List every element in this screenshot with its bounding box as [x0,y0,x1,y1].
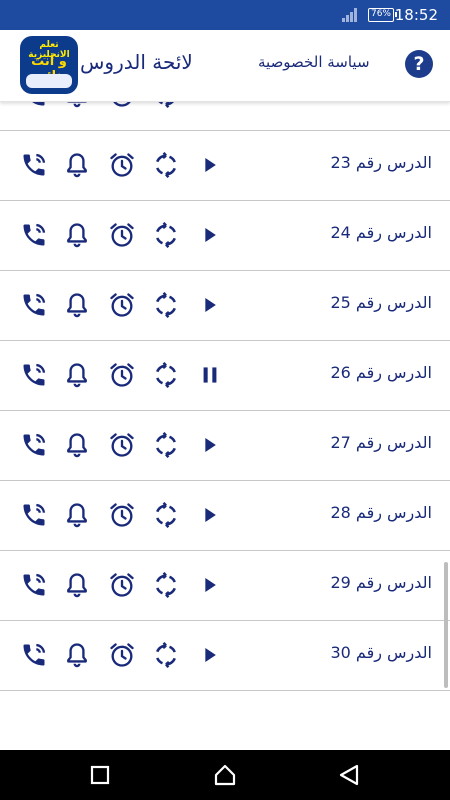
app-bar: تعلم الانجليزية و انت نائم لائحة الدروس … [0,30,450,102]
lesson-row[interactable]: الدرس رقم 30 [0,621,450,691]
phone-ring-icon[interactable] [20,501,48,529]
status-bar: 76% 18:52 [0,0,450,30]
bell-icon[interactable] [63,361,91,389]
alarm-clock-icon[interactable] [108,291,136,319]
lesson-list[interactable]: الدرس رقم 22 الدرس رقم 23 الدرس رقم 24 الدر… [0,102,450,750]
repeat-icon[interactable] [152,501,180,529]
bell-icon[interactable] [63,431,91,459]
lesson-row[interactable]: الدرس رقم 22 [0,102,450,131]
battery-icon: 76% [368,8,397,22]
back-button[interactable] [336,762,362,788]
scrollbar[interactable] [444,562,448,688]
alarm-clock-icon[interactable] [108,501,136,529]
bell-icon[interactable] [63,571,91,599]
alarm-clock-icon[interactable] [108,102,136,109]
play-icon[interactable] [196,221,224,249]
recent-apps-button[interactable] [87,762,113,788]
alarm-clock-icon[interactable] [108,431,136,459]
lesson-label: الدرس رقم 26 [330,363,432,382]
repeat-icon[interactable] [152,102,180,109]
play-icon[interactable] [196,571,224,599]
pause-icon[interactable] [196,361,224,389]
bell-icon[interactable] [63,501,91,529]
phone-ring-icon[interactable] [20,151,48,179]
bell-icon[interactable] [63,291,91,319]
lesson-label: الدرس رقم 23 [330,153,432,172]
repeat-icon[interactable] [152,291,180,319]
lesson-label: الدرس رقم 30 [330,643,432,662]
lesson-label: الدرس رقم 27 [330,433,432,452]
lesson-row[interactable]: الدرس رقم 25 [0,271,450,341]
phone-ring-icon[interactable] [20,571,48,599]
phone-ring-icon[interactable] [20,221,48,249]
phone-ring-icon[interactable] [20,641,48,669]
repeat-icon[interactable] [152,221,180,249]
lesson-label: الدرس رقم 25 [330,293,432,312]
play-icon[interactable] [196,431,224,459]
alarm-clock-icon[interactable] [108,151,136,179]
play-icon[interactable] [196,641,224,669]
repeat-icon[interactable] [152,571,180,599]
lesson-row[interactable]: الدرس رقم 26 [0,341,450,411]
bell-icon[interactable] [63,221,91,249]
phone-ring-icon[interactable] [20,102,48,109]
recent-apps-icon [90,765,110,785]
back-icon [339,764,359,786]
repeat-icon[interactable] [152,641,180,669]
bell-icon[interactable] [63,102,91,109]
help-button[interactable]: ? [405,50,433,78]
phone-ring-icon[interactable] [20,291,48,319]
clock: 18:52 [394,6,438,24]
play-icon[interactable] [196,501,224,529]
lesson-row[interactable]: الدرس رقم 29 [0,551,450,621]
play-icon[interactable] [196,102,224,109]
pillow-graphic [26,74,72,88]
play-icon[interactable] [196,291,224,319]
signal-icon [342,8,357,22]
home-button[interactable] [212,762,238,788]
bell-icon[interactable] [63,641,91,669]
lesson-label: الدرس رقم 24 [330,223,432,242]
repeat-icon[interactable] [152,431,180,459]
home-icon [214,764,236,786]
phone-ring-icon[interactable] [20,431,48,459]
play-icon[interactable] [196,151,224,179]
lesson-row[interactable]: الدرس رقم 23 [0,131,450,201]
bell-icon[interactable] [63,151,91,179]
alarm-clock-icon[interactable] [108,221,136,249]
navigation-bar [0,750,450,800]
phone-ring-icon[interactable] [20,361,48,389]
repeat-icon[interactable] [152,361,180,389]
alarm-clock-icon[interactable] [108,571,136,599]
app-logo: تعلم الانجليزية و انت نائم [20,36,78,94]
lesson-row[interactable]: الدرس رقم 24 [0,201,450,271]
privacy-policy-link[interactable]: سياسة الخصوصية [258,53,370,71]
lesson-label: الدرس رقم 29 [330,573,432,592]
alarm-clock-icon[interactable] [108,641,136,669]
page-title: لائحة الدروس [80,50,193,74]
lesson-label: الدرس رقم 28 [330,503,432,522]
alarm-clock-icon[interactable] [108,361,136,389]
lesson-row[interactable]: الدرس رقم 28 [0,481,450,551]
repeat-icon[interactable] [152,151,180,179]
lesson-row[interactable]: الدرس رقم 27 [0,411,450,481]
